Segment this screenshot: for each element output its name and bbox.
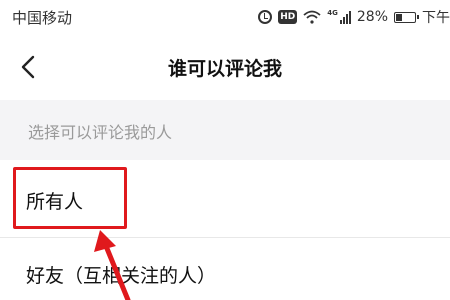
section-header-text: 选择可以评论我的人 — [28, 123, 173, 142]
nav-bar: 谁可以评论我 — [0, 34, 450, 100]
page-title: 谁可以评论我 — [167, 58, 282, 80]
battery-percent: 28% — [356, 9, 388, 25]
battery-icon — [394, 11, 419, 23]
hd-badge: HD — [278, 10, 298, 24]
wifi-icon — [303, 10, 321, 24]
network-type-tag: 4G — [327, 9, 338, 17]
carrier-name: 中国移动 — [12, 9, 73, 27]
signal-icon — [339, 10, 351, 24]
section-header: 选择可以评论我的人 — [0, 100, 450, 160]
option-everyone[interactable]: 所有人 — [0, 160, 450, 236]
alarm-icon — [258, 10, 273, 24]
option-friends-label: 好友（互相关注的人） — [26, 265, 217, 287]
option-everyone-label: 所有人 — [26, 191, 84, 213]
status-icons: HD 4G 28% 下午 — [258, 7, 450, 27]
option-friends[interactable]: 好友（互相关注的人） — [0, 238, 450, 300]
clock: 下午 — [422, 10, 450, 26]
status-bar: 中国移动 HD 4G 28% 下午 — [0, 0, 450, 34]
